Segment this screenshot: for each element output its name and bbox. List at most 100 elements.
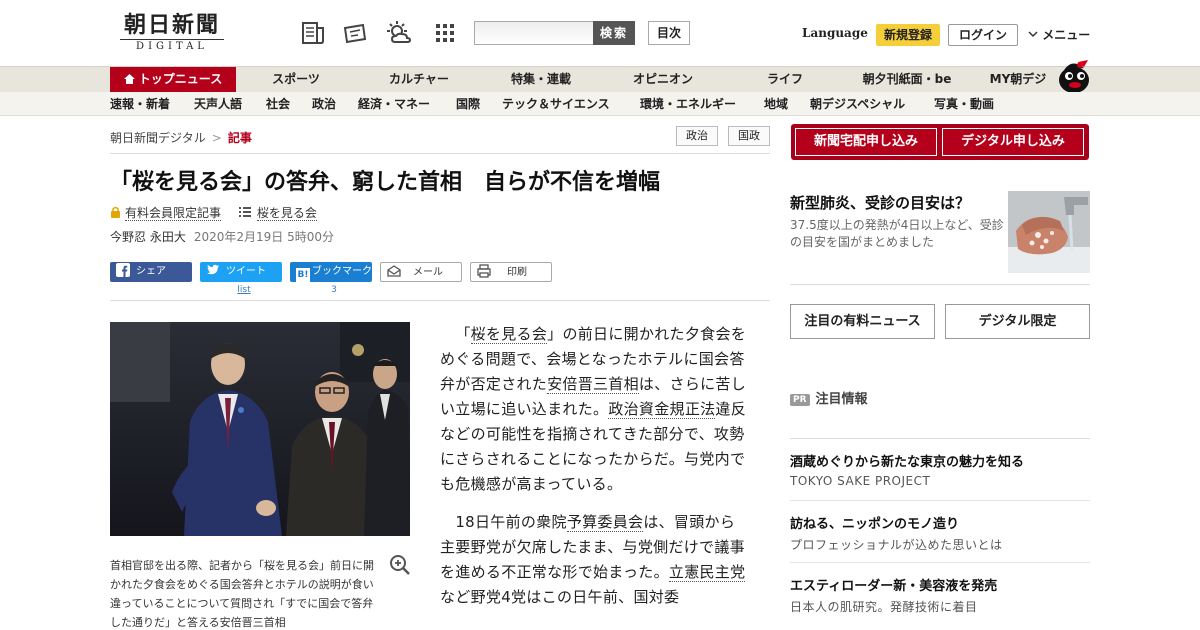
breadcrumb-current: 記事: [227, 131, 252, 145]
primary-nav: トップニュース スポーツ カルチャー 特集・連載 オピニオン ライフ 朝夕刊紙面…: [0, 66, 1200, 92]
tag-national-politics[interactable]: 国政: [728, 126, 770, 146]
hatena-label: ブックマーク: [312, 266, 372, 277]
nav2-photo-video[interactable]: 写真・動画: [934, 92, 994, 116]
article-headline: 「桜を見る会」の答弁、窮した首相 自らが不信を増幅: [110, 169, 661, 195]
handwashing-illustration: [1008, 191, 1090, 273]
keyword-link[interactable]: 政治資金規正法: [608, 400, 716, 419]
breadcrumb-home[interactable]: 朝日新聞デジタル: [110, 131, 206, 145]
nav2-regional[interactable]: 地域: [764, 92, 788, 116]
paid-news-button[interactable]: 注目の有料ニュース: [790, 304, 935, 339]
nav2-special[interactable]: 朝デジスペシャル: [810, 92, 905, 116]
ticket-icon[interactable]: [342, 20, 368, 46]
article-meta: 有料会員限定記事 桜を見る会: [110, 204, 317, 221]
nav-sports[interactable]: スポーツ: [258, 67, 334, 92]
nav-features[interactable]: 特集・連載: [500, 67, 582, 92]
nav2-society[interactable]: 社会: [266, 92, 290, 116]
divider: [790, 562, 1090, 563]
promo-title[interactable]: 訪ねる、ニッポンのモノ造り: [790, 513, 959, 532]
signup-button[interactable]: 新規登録: [876, 24, 940, 46]
divider: [110, 300, 770, 301]
nav2-environment[interactable]: 環境・エネルギー: [640, 92, 736, 116]
subscribe-paper-button[interactable]: 新聞宅配申し込み: [795, 128, 937, 156]
article-body: 「桜を見る会」の前日に開かれた夕食会をめぐる問題で、会場となったホテルに国会答弁…: [440, 322, 750, 623]
nav-top-news[interactable]: トップニュース: [110, 67, 236, 92]
nav2-latest[interactable]: 速報・新着: [110, 92, 170, 116]
pr-label: 注目情報: [815, 392, 868, 407]
hatena-bookmark-button[interactable]: B! ブックマーク: [290, 262, 372, 282]
newspaper-icon[interactable]: [300, 20, 326, 46]
home-icon: [123, 74, 135, 84]
lock-icon: [111, 206, 120, 218]
facebook-share-label: シェア: [136, 266, 166, 277]
site-logo[interactable]: 朝日新聞 DIGITAL: [112, 12, 232, 54]
chevron-down-icon: [1028, 31, 1038, 38]
nav2-international[interactable]: 国際: [456, 92, 480, 116]
text: 18日午前の衆院: [455, 513, 567, 531]
promo-subtitle[interactable]: 日本人の肌研究。発酵技術に着目: [790, 598, 978, 615]
apps-grid-icon[interactable]: [432, 20, 458, 46]
nav-my-asahi[interactable]: MY朝デジ: [980, 67, 1056, 92]
menu-label: メニュー: [1042, 28, 1091, 42]
divider: [790, 438, 1090, 439]
divider: [790, 500, 1090, 501]
handwashing-image[interactable]: [1008, 191, 1090, 273]
photo-illustration: [110, 322, 410, 536]
nav-newspaper[interactable]: 朝夕刊紙面・be: [852, 67, 962, 92]
keyword-link[interactable]: 桜を見る会: [470, 325, 548, 344]
menu-button[interactable]: メニュー: [1028, 26, 1090, 43]
subscribe-box: 新聞宅配申し込み デジタル申し込み: [791, 124, 1089, 160]
promo-subtitle[interactable]: プロフェッショナルが込めた思いとは: [790, 536, 1003, 553]
twitter-icon: [207, 264, 219, 275]
zoom-icon[interactable]: [389, 554, 411, 576]
mail-share-button[interactable]: メール: [380, 262, 462, 282]
secondary-nav: 速報・新着 天声人語 社会 政治 経済・マネー 国際 テック＆サイエンス 環境・…: [0, 92, 1200, 116]
nav-opinion[interactable]: オピニオン: [622, 67, 704, 92]
nav2-tech-science[interactable]: テック＆サイエンス: [502, 92, 610, 116]
paragraph-1: 「桜を見る会」の前日に開かれた夕食会をめぐる問題で、会場となったホテルに国会答弁…: [440, 322, 750, 497]
breadcrumb: 朝日新聞デジタル > 記事: [110, 129, 252, 146]
language-link[interactable]: Language: [802, 26, 868, 40]
nav-label: トップニュース: [138, 72, 223, 86]
search-input[interactable]: [474, 21, 594, 45]
twitter-share-button[interactable]: ツイート: [200, 262, 282, 282]
twitter-share-label: ツイート: [226, 266, 266, 277]
nav-life[interactable]: ライフ: [756, 67, 814, 92]
search-button[interactable]: 検索: [593, 21, 635, 45]
list-icon: [238, 207, 251, 217]
promo-title[interactable]: 酒蔵めぐりから新たな東京の魅力を知る: [790, 451, 1024, 470]
toc-button[interactable]: 目次: [648, 21, 690, 45]
hatena-count[interactable]: 3: [290, 285, 378, 295]
nav2-economy[interactable]: 経済・マネー: [358, 92, 430, 116]
logo-main-text: 朝日新聞: [123, 12, 220, 38]
promo-subtitle[interactable]: TOKYO SAKE PROJECT: [790, 474, 930, 488]
twitter-list-link[interactable]: list: [200, 285, 288, 295]
site-header: 朝日新聞 DIGITAL 検索 目次 Language 新規登録 ログイン メニ…: [0, 0, 1200, 66]
paid-member-label[interactable]: 有料会員限定記事: [125, 206, 222, 221]
corona-ad-title[interactable]: 新型肺炎、受診の目安は？: [790, 192, 970, 213]
photo-caption: 首相官邸を出る際、記者から「桜を見る会」前日に開かれた夕食会をめぐる国会答弁とホ…: [110, 559, 374, 629]
keyword-link[interactable]: 予算委員会: [566, 513, 644, 532]
keyword-link[interactable]: 安倍晋三首相: [547, 375, 639, 394]
facebook-share-button[interactable]: シェア: [110, 262, 192, 282]
nav-culture[interactable]: カルチャー: [376, 67, 462, 92]
promo-title[interactable]: エスティローダー新・美容液を発売: [790, 575, 997, 594]
tag-politics[interactable]: 政治: [676, 126, 718, 146]
print-icon: [477, 264, 491, 278]
text: など野党4党はこの日午前、国対委: [440, 588, 680, 606]
weather-icon[interactable]: [386, 20, 412, 46]
login-button[interactable]: ログイン: [948, 24, 1018, 46]
subscribe-digital-button[interactable]: デジタル申し込み: [942, 128, 1084, 156]
mascot-icon[interactable]: [1054, 58, 1092, 94]
digital-only-button[interactable]: デジタル限定: [945, 304, 1090, 339]
article-photo[interactable]: [110, 322, 410, 536]
print-button[interactable]: 印刷: [470, 262, 552, 282]
print-label: 印刷: [507, 267, 527, 278]
article-byline: 今野忍 永田大 2020年2月19日 5時00分: [110, 228, 334, 245]
nav2-politics[interactable]: 政治: [312, 92, 336, 116]
pr-section-header: PR 注目情報: [790, 388, 868, 407]
keyword-link[interactable]: 立憲民主党: [668, 563, 746, 582]
nav2-tensei-jingo[interactable]: 天声人語: [194, 92, 242, 116]
corona-ad-text[interactable]: 37.5度以上の発熱が4日以上など、受診の目安を国がまとめました: [790, 217, 1004, 251]
series-link[interactable]: 桜を見る会: [256, 206, 317, 221]
publish-date: 2020年2月19日 5時00分: [193, 230, 334, 244]
